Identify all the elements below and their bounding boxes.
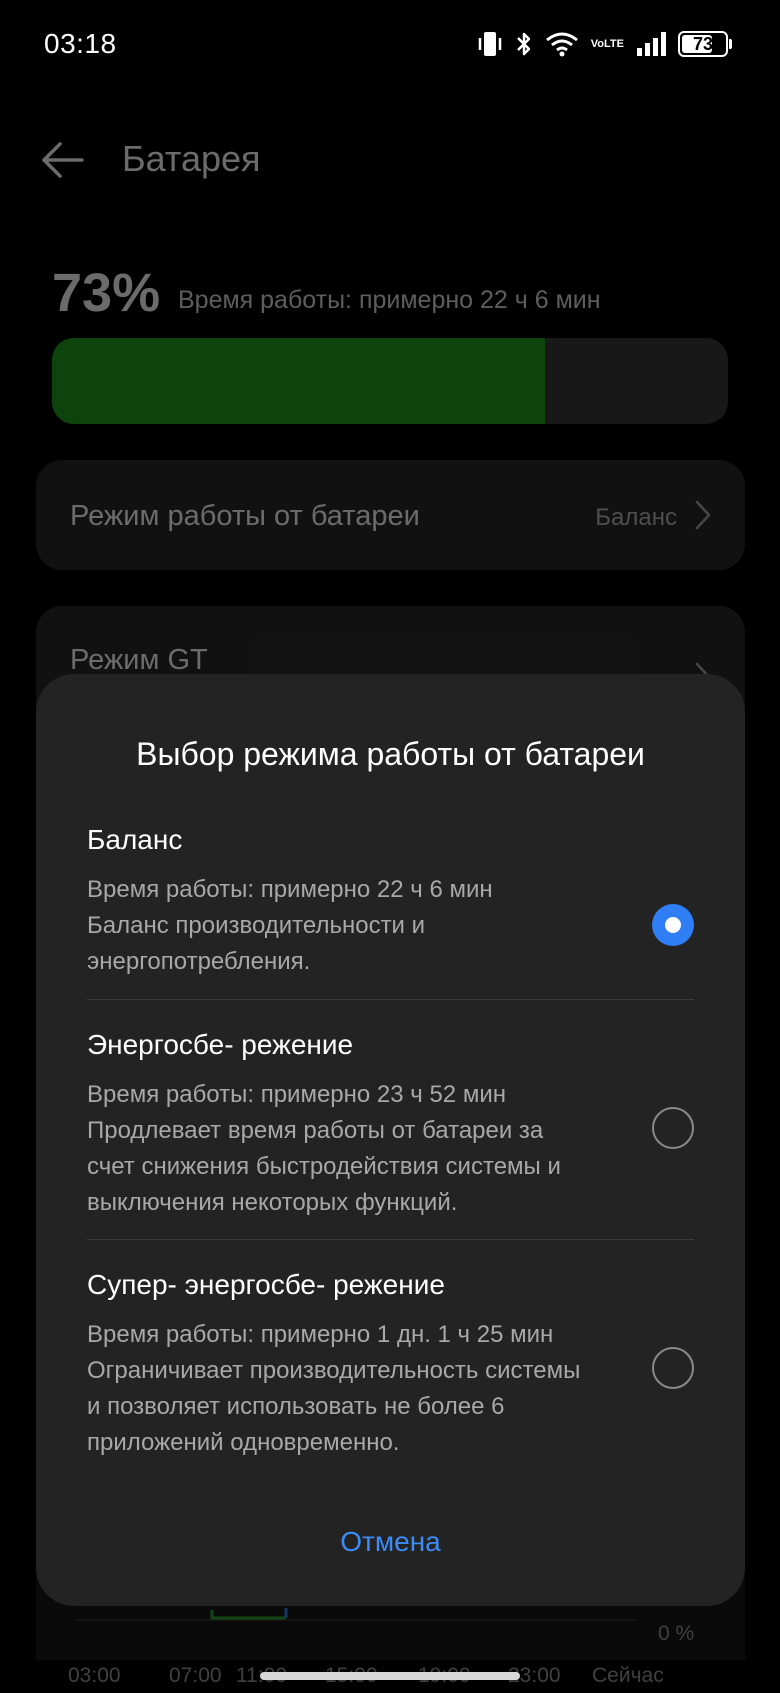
battery-icon-label: 73 — [692, 33, 714, 54]
status-icons: Vo LTE 73 — [477, 30, 732, 58]
wifi-icon — [545, 32, 578, 57]
battery-mode-value: Баланс — [595, 504, 677, 531]
option-title: Энергосбе- режение — [87, 1029, 354, 1060]
option-runtime: Время работы: примерно 22 ч 6 мин — [87, 876, 493, 903]
option-balance[interactable]: Баланс Время работы: примерно 22 ч 6 мин… — [87, 824, 694, 980]
battery-mode-label: Режим работы от батареи — [70, 500, 420, 532]
bluetooth-icon — [516, 32, 531, 56]
chart-axis-label: 0 % — [658, 1622, 695, 1645]
status-time: 03:18 — [44, 28, 117, 59]
battery-mode-dialog: Выбор режима работы от батареи Баланс Вр… — [36, 674, 745, 1606]
option-title: Супер- энергосбе- режение — [87, 1269, 445, 1300]
option-title: Баланс — [87, 824, 183, 855]
signal-icon — [637, 32, 666, 56]
volte-top-label: Vo — [590, 37, 605, 50]
radio-button[interactable] — [652, 1107, 694, 1149]
option-detail: Баланс производительности и энергопотреб… — [87, 912, 426, 975]
option-runtime: Время работы: примерно 1 дн. 1 ч 25 мин — [87, 1321, 554, 1348]
chevron-right-icon — [695, 500, 711, 530]
battery-percent: 73% — [52, 263, 161, 323]
battery-runtime: Время работы: примерно 22 ч 6 мин — [178, 286, 601, 314]
battery-mode-row[interactable]: Режим работы от батареи Баланс — [36, 460, 745, 570]
vibrate-icon — [478, 32, 502, 56]
cancel-button[interactable]: Отмена — [36, 1526, 745, 1558]
option-super-power-saving[interactable]: Супер- энергосбе- режение Время работы: … — [87, 1269, 694, 1461]
x-tick-label: 07:00 — [169, 1664, 222, 1687]
volte-bottom-label: LTE — [604, 37, 624, 50]
radio-button[interactable] — [652, 904, 694, 946]
option-detail: Ограничивает производительность системы … — [87, 1357, 581, 1456]
status-bar: 03:18 Vo LTE 73 — [0, 0, 780, 90]
page-title: Батарея — [122, 138, 261, 179]
volte-icon: Vo LTE — [590, 37, 624, 50]
option-detail: Продлевает время работы от батареи за сч… — [87, 1117, 561, 1216]
battery-level-fill — [52, 338, 546, 424]
dialog-title: Выбор режима работы от батареи — [136, 736, 645, 772]
option-description: Время работы: примерно 1 дн. 1 ч 25 мин … — [87, 1317, 587, 1461]
home-indicator[interactable] — [260, 1672, 520, 1680]
option-power-saving[interactable]: Энергосбе- режение Время работы: примерн… — [87, 1029, 694, 1221]
gt-mode-label: Режим GT — [70, 644, 208, 676]
x-tick-label: Сейчас — [592, 1664, 664, 1687]
option-runtime: Время работы: примерно 23 ч 52 мин — [87, 1081, 506, 1108]
option-description: Время работы: примерно 23 ч 52 мин Продл… — [87, 1077, 587, 1221]
radio-button[interactable] — [652, 1347, 694, 1389]
x-tick-label: 03:00 — [68, 1664, 121, 1687]
divider — [87, 999, 694, 1000]
option-description: Время работы: примерно 22 ч 6 мин Баланс… — [87, 872, 587, 980]
back-arrow-icon[interactable] — [38, 138, 86, 182]
battery-icon: 73 — [678, 31, 732, 57]
battery-level-bar — [52, 338, 728, 424]
divider — [87, 1239, 694, 1240]
